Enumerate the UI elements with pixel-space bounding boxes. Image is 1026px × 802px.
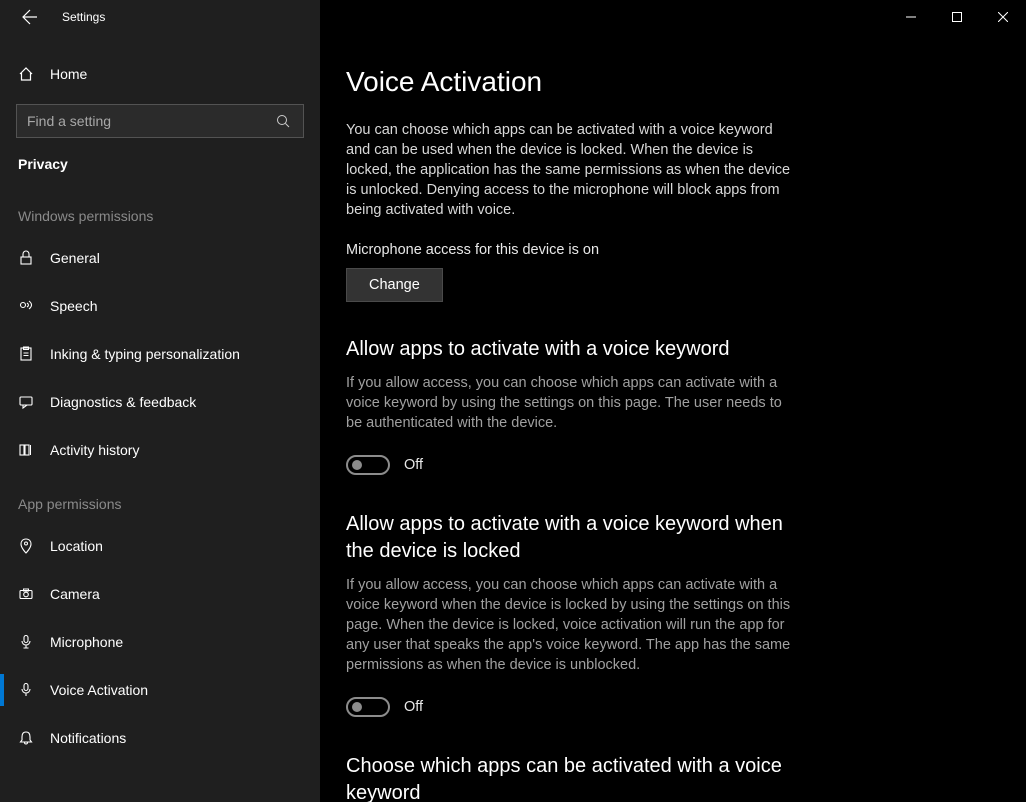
search-icon: [273, 111, 293, 131]
sidebar-item-label: General: [50, 250, 100, 266]
sidebar-item-label: Microphone: [50, 634, 123, 650]
camera-icon: [18, 586, 34, 602]
section2-title: Allow apps to activate with a voice keyw…: [346, 511, 796, 565]
section2-desc: If you allow access, you can choose whic…: [346, 575, 796, 675]
section1-desc: If you allow access, you can choose whic…: [346, 373, 796, 433]
minimize-button[interactable]: [888, 1, 934, 33]
back-arrow-icon: [22, 9, 38, 25]
minimize-icon: [906, 12, 916, 22]
sidebar-item-location[interactable]: Location: [0, 522, 320, 570]
change-button[interactable]: Change: [346, 268, 443, 302]
toggle-row-2: Off: [346, 697, 986, 717]
sidebar-item-diagnostics[interactable]: Diagnostics & feedback: [0, 378, 320, 426]
sidebar-item-label: Activity history: [50, 442, 139, 458]
sidebar-item-label: Inking & typing personalization: [50, 346, 240, 362]
home-button[interactable]: Home: [0, 54, 320, 94]
toggle-row-1: Off: [346, 455, 986, 475]
toggle-allow-voice-keyword[interactable]: [346, 455, 390, 475]
toggle-label: Off: [404, 699, 423, 715]
sidebar-item-label: Voice Activation: [50, 682, 148, 698]
search-box[interactable]: [16, 104, 304, 138]
maximize-icon: [952, 12, 962, 22]
microphone-icon: [18, 634, 34, 650]
search-input[interactable]: [27, 113, 273, 129]
sidebar-item-label: Diagnostics & feedback: [50, 394, 196, 410]
nav-list-app: Location Camera Microphone Voice Activat…: [0, 522, 320, 762]
sidebar-item-general[interactable]: General: [0, 234, 320, 282]
toggle-label: Off: [404, 457, 423, 473]
maximize-button[interactable]: [934, 1, 980, 33]
lock-icon: [18, 250, 34, 266]
speech-icon: [18, 298, 34, 314]
sidebar-item-label: Location: [50, 538, 103, 554]
page-title: Voice Activation: [346, 66, 986, 98]
intro-text: You can choose which apps can be activat…: [346, 120, 796, 220]
home-label: Home: [50, 66, 87, 82]
toggle-allow-voice-locked[interactable]: [346, 697, 390, 717]
sidebar-item-activity[interactable]: Activity history: [0, 426, 320, 474]
nav-list-windows: General Speech Inking & typing personali…: [0, 234, 320, 474]
sidebar: Home Privacy Windows permissions General…: [0, 34, 320, 802]
sidebar-item-microphone[interactable]: Microphone: [0, 618, 320, 666]
clipboard-icon: [18, 346, 34, 362]
titlebar-right: [320, 0, 1026, 34]
section-label: Privacy: [0, 156, 320, 172]
sidebar-item-voice-activation[interactable]: Voice Activation: [0, 666, 320, 714]
sidebar-item-camera[interactable]: Camera: [0, 570, 320, 618]
mic-status: Microphone access for this device is on: [346, 242, 986, 258]
history-icon: [18, 442, 34, 458]
bell-icon: [18, 730, 34, 746]
sidebar-item-speech[interactable]: Speech: [0, 282, 320, 330]
titlebar-left: Settings: [0, 0, 320, 34]
app-title: Settings: [62, 10, 105, 24]
voice-icon: [18, 682, 34, 698]
feedback-icon: [18, 394, 34, 410]
section1-title: Allow apps to activate with a voice keyw…: [346, 336, 796, 363]
close-button[interactable]: [980, 1, 1026, 33]
main-content: Voice Activation You can choose which ap…: [320, 34, 1026, 802]
back-button[interactable]: [16, 3, 44, 31]
sidebar-item-notifications[interactable]: Notifications: [0, 714, 320, 762]
group-windows-permissions: Windows permissions: [0, 208, 320, 224]
group-app-permissions: App permissions: [0, 496, 320, 512]
close-icon: [998, 12, 1008, 22]
section3-title: Choose which apps can be activated with …: [346, 753, 796, 802]
home-icon: [18, 66, 34, 82]
sidebar-item-inking[interactable]: Inking & typing personalization: [0, 330, 320, 378]
location-icon: [18, 538, 34, 554]
sidebar-item-label: Notifications: [50, 730, 126, 746]
sidebar-item-label: Camera: [50, 586, 100, 602]
titlebar: Settings: [0, 0, 1026, 34]
sidebar-item-label: Speech: [50, 298, 97, 314]
